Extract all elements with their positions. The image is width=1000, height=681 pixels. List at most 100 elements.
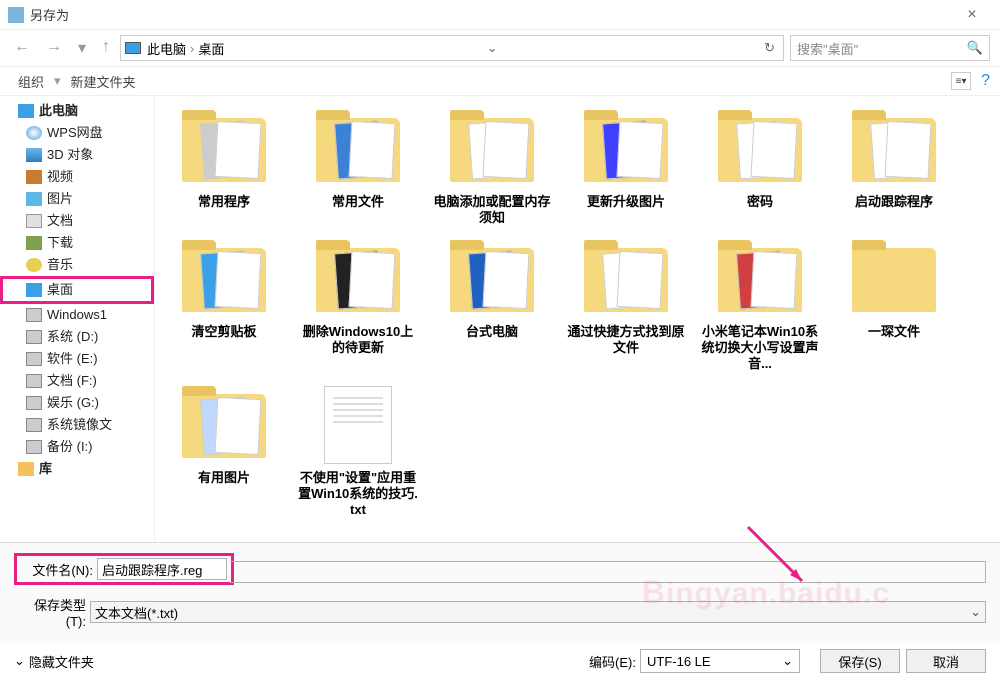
nav-back-button[interactable]: ← xyxy=(10,36,34,60)
nav-up-button[interactable]: ↑ xyxy=(98,36,114,60)
nav-forward-button[interactable]: → xyxy=(42,36,66,60)
sidebar-item[interactable]: WPS网盘 xyxy=(0,122,154,144)
encoding-value: UTF-16 LE xyxy=(647,654,711,669)
sidebar-item[interactable]: 图片 xyxy=(0,188,154,210)
sidebar-item-label: 备份 (I:) xyxy=(47,438,93,456)
file-item[interactable]: 不使用"设置"应用重置Win10系统的技巧.txt xyxy=(295,380,421,522)
main-area: 此电脑 WPS网盘 3D 对象视频图片文档下载音乐桌面 Windows1 系统 (D:)… xyxy=(0,96,1000,542)
ic-3d-icon xyxy=(26,148,42,162)
app-icon xyxy=(8,7,24,23)
file-label: 清空剪贴板 xyxy=(191,324,256,340)
search-input[interactable]: 搜索"桌面" 🔍 xyxy=(790,35,990,61)
folder-icon xyxy=(442,238,542,320)
file-item[interactable]: 密码 xyxy=(697,104,823,230)
breadcrumb-separator-icon: › xyxy=(190,41,194,56)
folder-icon xyxy=(710,238,810,320)
chevron-down-icon: ⌄ xyxy=(970,604,981,620)
file-item[interactable]: 清空剪贴板 xyxy=(161,234,287,376)
file-label: 台式电脑 xyxy=(466,324,518,340)
file-item[interactable]: 通过快捷方式找到原文件 xyxy=(563,234,689,376)
sidebar-item-label: 音乐 xyxy=(47,256,73,274)
folder-icon xyxy=(710,108,810,190)
sidebar-item-label: 桌面 xyxy=(47,281,73,299)
sidebar-item-label: 视频 xyxy=(47,168,73,186)
help-icon[interactable]: ? xyxy=(981,72,990,90)
folder-icon xyxy=(442,108,542,190)
save-fields: 文件名(N): 保存类型(T): 文本文档(*.txt) ⌄ xyxy=(0,542,1000,641)
sidebar-item-label: 文档 (F:) xyxy=(47,372,97,390)
file-item[interactable]: 常用文件 xyxy=(295,104,421,230)
ic-drive-icon xyxy=(26,418,42,432)
sidebar-item[interactable]: 库 xyxy=(0,458,154,480)
sidebar-item-label: 软件 (E:) xyxy=(47,350,98,368)
breadcrumb-current[interactable]: 桌面 xyxy=(198,39,224,58)
ic-desk-icon xyxy=(26,283,42,297)
hide-folders-label: 隐藏文件夹 xyxy=(29,652,94,671)
filetype-select[interactable]: 文本文档(*.txt) ⌄ xyxy=(90,601,986,623)
nav-history-button[interactable]: ▾ xyxy=(74,36,90,60)
file-grid: 常用程序 常用文件电脑添加或配置内存须知更新升级图片密码启动跟踪程序清空剪贴板 删除… xyxy=(155,96,1000,542)
filename-input[interactable] xyxy=(97,558,227,580)
file-item[interactable]: 有用图片 xyxy=(161,380,287,522)
file-item[interactable]: 删除Windows10上的待更新 xyxy=(295,234,421,376)
file-item[interactable]: 常用程序 xyxy=(161,104,287,230)
file-item[interactable]: 台式电脑 xyxy=(429,234,555,376)
hide-folders-toggle[interactable]: ⌄ 隐藏文件夹 xyxy=(14,652,94,671)
sidebar-item[interactable]: 此电脑 xyxy=(0,100,154,122)
ic-lib-icon xyxy=(18,462,34,476)
file-item[interactable]: 一琛文件 xyxy=(831,234,957,376)
ic-pc-icon xyxy=(18,104,34,118)
sidebar-item[interactable]: 桌面 xyxy=(0,276,154,304)
folder-icon xyxy=(576,238,676,320)
ic-img-icon xyxy=(26,192,42,206)
sidebar-item[interactable]: 下载 xyxy=(0,232,154,254)
nav-arrows: ← → ▾ ↑ xyxy=(10,36,114,60)
sidebar-item[interactable]: 娱乐 (G:) xyxy=(0,392,154,414)
sidebar-item-label: Windows1 xyxy=(47,306,107,324)
sidebar-item-label: 文档 xyxy=(47,212,73,230)
sidebar-item[interactable]: 音乐 xyxy=(0,254,154,276)
address-bar[interactable]: 此电脑 › 桌面 ⌄ ↻ xyxy=(120,35,784,61)
file-item[interactable]: 电脑添加或配置内存须知 xyxy=(429,104,555,230)
sidebar-item[interactable]: Windows1 xyxy=(0,304,154,326)
sidebar-item-label: 此电脑 xyxy=(39,102,78,120)
file-item[interactable]: 小米笔记本Win10系统切换大小写设置声音... xyxy=(697,234,823,376)
breadcrumb-root[interactable]: 此电脑 xyxy=(147,39,186,58)
filename-input-extension[interactable] xyxy=(230,561,986,583)
sidebar-item-label: WPS网盘 xyxy=(47,124,103,142)
address-dropdown-icon[interactable]: ⌄ xyxy=(483,40,502,56)
sidebar-item[interactable]: 软件 (E:) xyxy=(0,348,154,370)
sidebar-item[interactable]: 文档 xyxy=(0,210,154,232)
file-label: 一琛文件 xyxy=(868,324,920,340)
text-file-icon xyxy=(308,384,408,466)
encoding-select[interactable]: UTF-16 LE ⌄ xyxy=(640,649,800,673)
sidebar-item[interactable]: 视频 xyxy=(0,166,154,188)
cancel-button[interactable]: 取消 xyxy=(906,649,986,673)
file-label: 删除Windows10上的待更新 xyxy=(297,324,419,356)
view-mode-button[interactable]: ≡▾ xyxy=(951,72,971,90)
organize-button[interactable]: 组织 xyxy=(10,70,52,93)
ic-drive-icon xyxy=(26,374,42,388)
new-folder-button[interactable]: 新建文件夹 xyxy=(63,70,144,93)
file-item[interactable]: 启动跟踪程序 xyxy=(831,104,957,230)
file-label: 常用程序 xyxy=(198,194,250,210)
sidebar-item[interactable]: 系统镜像文 xyxy=(0,414,154,436)
file-item[interactable]: 更新升级图片 xyxy=(563,104,689,230)
encoding-label: 编码(E): xyxy=(589,652,636,671)
sidebar-item-label: 系统镜像文 xyxy=(47,416,112,434)
sidebar-item[interactable]: 系统 (D:) xyxy=(0,326,154,348)
sidebar-item[interactable]: 备份 (I:) xyxy=(0,436,154,458)
sidebar-item[interactable]: 3D 对象 xyxy=(0,144,154,166)
save-button[interactable]: 保存(S) xyxy=(820,649,900,673)
file-label: 不使用"设置"应用重置Win10系统的技巧.txt xyxy=(297,470,419,518)
sidebar-item-label: 3D 对象 xyxy=(47,146,93,164)
toolbar-separator: ▾ xyxy=(54,73,61,89)
sidebar: 此电脑 WPS网盘 3D 对象视频图片文档下载音乐桌面 Windows1 系统 (D:)… xyxy=(0,96,155,542)
ic-drive-icon xyxy=(26,330,42,344)
close-button[interactable]: × xyxy=(952,6,992,24)
address-refresh-icon[interactable]: ↻ xyxy=(760,40,779,56)
file-label: 启动跟踪程序 xyxy=(855,194,933,210)
sidebar-item[interactable]: 文档 (F:) xyxy=(0,370,154,392)
ic-drive-icon xyxy=(26,308,42,322)
window-title: 另存为 xyxy=(30,5,952,24)
